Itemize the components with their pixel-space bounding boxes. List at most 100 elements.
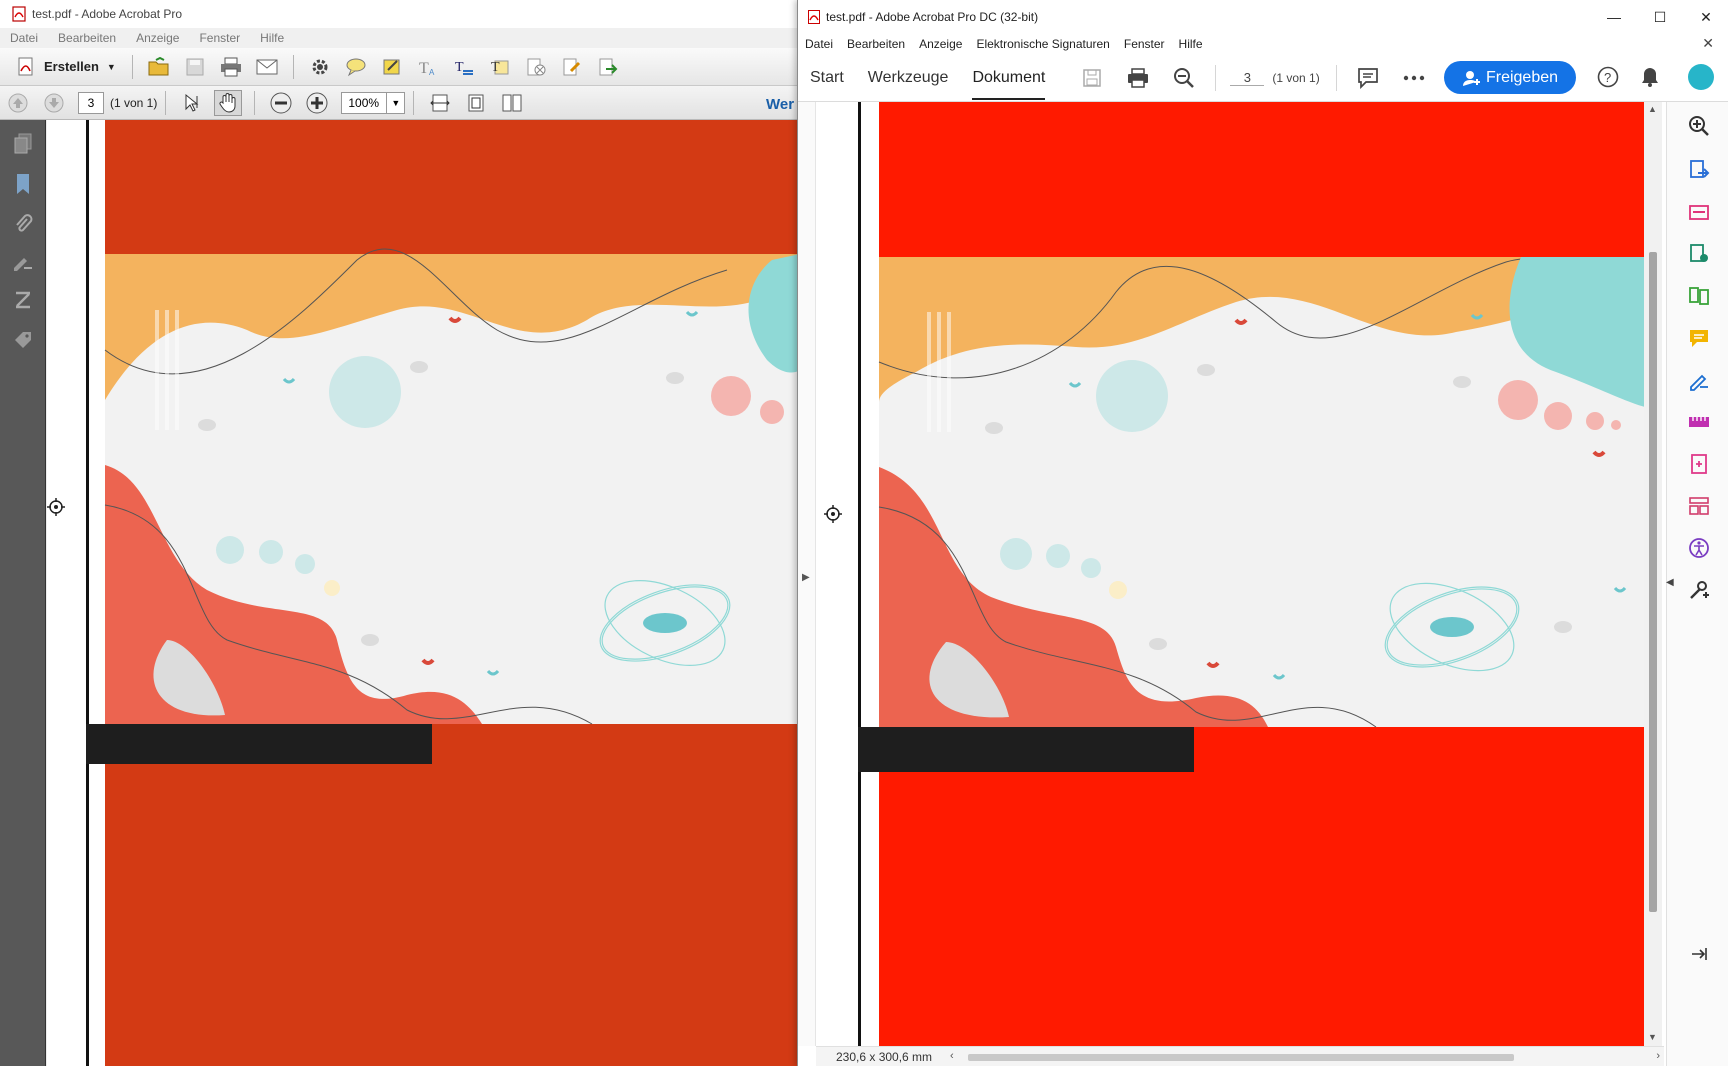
prev-page-button[interactable] <box>4 90 32 116</box>
pages-icon[interactable] <box>11 132 35 156</box>
select-tool-button[interactable] <box>178 90 206 116</box>
maximize-icon[interactable]: ☐ <box>1637 0 1683 34</box>
zoom-select[interactable]: 100% ▼ <box>341 91 406 114</box>
menu-elektronische-signaturen[interactable]: Elektronische Signaturen <box>969 37 1116 51</box>
notifications-button[interactable] <box>1635 62 1665 92</box>
comment-icon[interactable] <box>1687 326 1711 350</box>
page-number-input[interactable]: 3 <box>78 91 104 114</box>
left-menu-anzeige[interactable]: Anzeige <box>126 31 189 45</box>
print-button[interactable] <box>1123 63 1153 93</box>
next-page-button[interactable] <box>40 90 68 116</box>
comment-button[interactable] <box>1353 63 1383 93</box>
menu-datei[interactable]: Datei <box>798 37 840 51</box>
menu-hilfe[interactable]: Hilfe <box>1172 37 1210 51</box>
close-document-icon[interactable]: ✕ <box>1695 35 1721 52</box>
redact-button[interactable] <box>522 54 550 80</box>
tab-start[interactable]: Start <box>798 54 856 102</box>
expand-panel-icon[interactable] <box>1687 942 1711 966</box>
scroll-down-icon[interactable]: ▼ <box>1648 1032 1657 1042</box>
scroll-up-icon[interactable]: ▲ <box>1648 104 1657 114</box>
export-pdf-icon[interactable] <box>1687 158 1711 182</box>
minimize-icon[interactable]: — <box>1591 0 1637 34</box>
left-menu-bearbeiten[interactable]: Bearbeiten <box>48 31 126 45</box>
signature-icon[interactable] <box>11 250 35 274</box>
email-button[interactable] <box>253 54 281 80</box>
bookmark-icon[interactable] <box>11 172 35 196</box>
truncated-link[interactable]: Wer <box>766 96 794 113</box>
highlight-note-icon <box>383 59 400 74</box>
open-button[interactable] <box>145 54 173 80</box>
print-button[interactable] <box>217 54 245 80</box>
right-document-view[interactable] <box>816 102 1694 1046</box>
left-menu-fenster[interactable]: Fenster <box>189 31 250 45</box>
fill-sign-icon[interactable] <box>1687 368 1711 392</box>
scroll-right-icon[interactable]: › <box>1656 1050 1660 1062</box>
scroll-left-icon[interactable]: ‹ <box>950 1050 954 1062</box>
crosshair-icon[interactable] <box>824 505 842 523</box>
sticky-note-button[interactable] <box>378 54 406 80</box>
hand-tool-button[interactable] <box>214 89 243 116</box>
tab-werkzeuge[interactable]: Werkzeuge <box>856 54 961 102</box>
text-replace-button[interactable]: T <box>450 54 478 80</box>
scroll-thumb[interactable] <box>1649 252 1657 912</box>
menu-fenster[interactable]: Fenster <box>1117 37 1172 51</box>
create-pdf-icon[interactable] <box>1687 242 1711 266</box>
add-text-button[interactable]: T <box>486 54 514 80</box>
left-menu-hilfe[interactable]: Hilfe <box>250 31 294 45</box>
export-button[interactable] <box>594 54 622 80</box>
chevron-down-icon[interactable]: ▼ <box>386 92 404 113</box>
compare-icon[interactable] <box>1687 284 1711 308</box>
text-touchup-button[interactable]: TA <box>414 54 442 80</box>
help-button[interactable]: ? <box>1593 62 1623 92</box>
print-icon <box>220 57 241 76</box>
zoom-out-button[interactable] <box>267 90 295 116</box>
two-page-button[interactable] <box>498 90 526 116</box>
settings-button[interactable] <box>306 54 334 80</box>
attachment-icon[interactable] <box>11 212 35 236</box>
speech-bubble-icon <box>346 58 366 76</box>
zoom-in-icon[interactable] <box>1687 114 1711 138</box>
save-button[interactable] <box>1077 63 1107 93</box>
crosshair-icon[interactable] <box>47 498 65 516</box>
zoom-in-button[interactable] <box>303 90 331 116</box>
more-tools-icon[interactable] <box>1687 578 1711 602</box>
more-button[interactable] <box>1399 63 1429 93</box>
create-button[interactable]: Erstellen ▼ <box>8 53 124 81</box>
review-button[interactable] <box>558 54 586 80</box>
menu-bearbeiten[interactable]: Bearbeiten <box>840 37 912 51</box>
scroll-thumb[interactable] <box>968 1053 1514 1061</box>
share-label: Freigeben <box>1485 68 1559 86</box>
right-titlebar: test.pdf - Adobe Acrobat Pro DC (32-bit)… <box>798 0 1728 34</box>
share-user-icon <box>1462 70 1480 86</box>
horizontal-scrollbar[interactable]: ‹ › <box>946 1050 1664 1064</box>
tab-dokument[interactable]: Dokument <box>960 54 1057 102</box>
avatar[interactable] <box>1688 64 1714 90</box>
fit-width-button[interactable] <box>426 90 454 116</box>
vertical-scrollbar[interactable]: ▲ ▼ <box>1644 102 1662 1046</box>
page-number-input[interactable]: 3 <box>1230 70 1265 86</box>
measure-icon[interactable] <box>1687 410 1711 434</box>
accessibility-icon[interactable] <box>1687 536 1711 560</box>
fit-page-button[interactable] <box>462 90 490 116</box>
save-button[interactable] <box>181 54 209 80</box>
left-document-view[interactable] <box>47 120 800 1066</box>
pdf-file-icon <box>12 6 26 22</box>
tag-icon[interactable] <box>11 328 35 352</box>
left-navigation-panel <box>0 120 46 1066</box>
expand-left-panel-icon[interactable]: ▶ <box>802 572 810 583</box>
share-button[interactable]: Freigeben <box>1444 61 1576 94</box>
page-count: (1 von 1) <box>110 95 158 110</box>
organize-pages-icon[interactable] <box>1687 200 1711 224</box>
collapse-tools-icon[interactable]: ◀ <box>1666 577 1674 588</box>
forms-icon[interactable] <box>1687 494 1711 518</box>
close-icon[interactable]: ✕ <box>1683 0 1728 34</box>
minus-circle-icon <box>270 92 292 113</box>
edit-pdf-icon[interactable] <box>1687 452 1711 476</box>
comment-button[interactable] <box>342 54 370 80</box>
layers-icon[interactable] <box>11 288 35 312</box>
left-menu-datei[interactable]: Datei <box>0 31 48 45</box>
separator <box>254 90 256 115</box>
menu-anzeige[interactable]: Anzeige <box>912 37 969 51</box>
separator <box>413 90 415 115</box>
zoom-out-button[interactable] <box>1169 63 1199 93</box>
